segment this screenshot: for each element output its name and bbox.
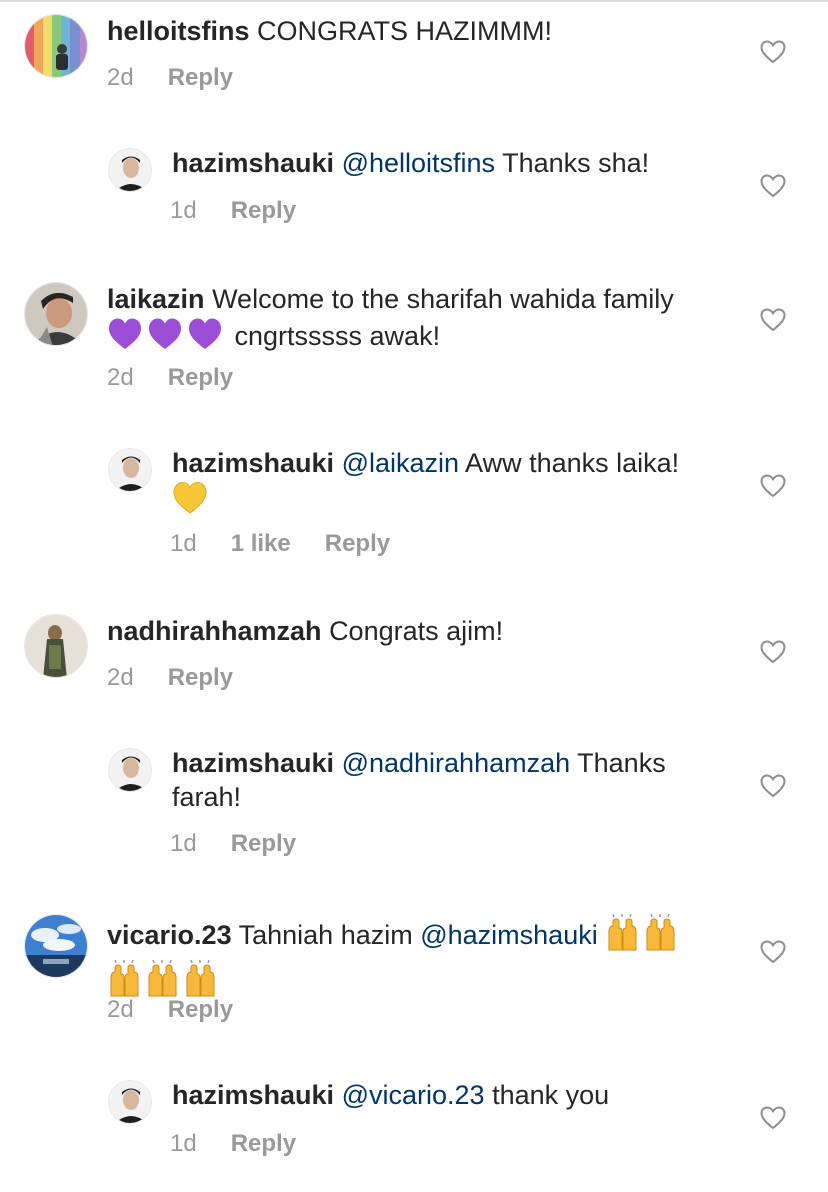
comment-time: 2d xyxy=(107,364,134,391)
avatar[interactable] xyxy=(24,914,88,978)
reply-text: hazimshauki @laikazin Aww thanks laika! xyxy=(172,446,727,524)
reply-time: 1d xyxy=(170,830,197,857)
like-heart-icon[interactable] xyxy=(760,174,786,198)
reply-mention[interactable]: @vicario.23 xyxy=(342,1080,485,1110)
reply-time: 1d xyxy=(170,1130,197,1157)
avatar[interactable] xyxy=(24,614,88,678)
rainbow-wall-avatar-icon xyxy=(25,15,87,77)
reply-avatar[interactable] xyxy=(108,448,152,492)
reply-meta: 1d 1 like Reply xyxy=(170,530,390,558)
like-heart-icon[interactable] xyxy=(760,1106,786,1130)
comment-message: CONGRATS HAZIMMM! xyxy=(257,16,553,46)
reply-button[interactable]: Reply xyxy=(168,364,233,392)
comment-time: 2d xyxy=(107,64,134,91)
like-heart-icon[interactable] xyxy=(760,308,786,332)
comment-meta: 2d Reply xyxy=(107,64,233,92)
reply-mention[interactable]: @laikazin xyxy=(342,448,459,478)
reply-avatar[interactable] xyxy=(108,748,152,792)
reply-text: hazimshauki @nadhirahhamzah Thanks farah… xyxy=(172,746,727,814)
comment-text: helloitsfins CONGRATS HAZIMMM! xyxy=(107,14,727,48)
comment-message: Congrats ajim! xyxy=(329,616,504,646)
like-heart-icon[interactable] xyxy=(760,474,786,498)
profile-photo-icon xyxy=(109,1081,151,1123)
comment-message: Welcome to the sharifah wahida family xyxy=(212,284,674,314)
avatar[interactable] xyxy=(24,282,88,346)
like-heart-icon[interactable] xyxy=(760,940,786,964)
profile-photo-icon xyxy=(109,149,151,191)
likes-count[interactable]: 1 like xyxy=(231,530,291,558)
reply-mention[interactable]: @helloitsfins xyxy=(342,148,495,178)
reply-button[interactable]: Reply xyxy=(231,197,296,225)
reply-avatar[interactable] xyxy=(108,148,152,192)
avatar[interactable] xyxy=(24,14,88,78)
profile-photo-icon xyxy=(25,283,87,345)
reply-message: Thanks xyxy=(577,748,666,778)
comment-time: 2d xyxy=(107,664,134,691)
raising-hands-icon xyxy=(605,913,681,960)
reply-username[interactable]: hazimshauki xyxy=(172,748,334,778)
reply-button[interactable]: Reply xyxy=(231,1130,296,1158)
reply-text: hazimshauki @vicario.23 thank you xyxy=(172,1078,727,1112)
yellow-heart-icon xyxy=(172,480,208,524)
purple-heart-icon xyxy=(107,316,227,360)
reply-username[interactable]: hazimshauki xyxy=(172,148,334,178)
profile-photo-icon xyxy=(25,915,87,977)
reply-username[interactable]: hazimshauki xyxy=(172,1080,334,1110)
comment-username[interactable]: vicario.23 xyxy=(107,920,232,950)
reply-message: Aww thanks laika! xyxy=(465,448,680,478)
reply-meta: 1d Reply xyxy=(170,830,296,858)
like-heart-icon[interactable] xyxy=(760,640,786,664)
like-heart-icon[interactable] xyxy=(760,774,786,798)
comment-mention[interactable]: @hazimshauki xyxy=(420,920,597,950)
reply-avatar[interactable] xyxy=(108,1080,152,1124)
comment-text: vicario.23 Tahniah hazim @hazimshauki xyxy=(107,913,727,1006)
like-heart-icon[interactable] xyxy=(760,40,786,64)
reply-button[interactable]: Reply xyxy=(168,996,233,1024)
comment-text: laikazin Welcome to the sharifah wahida … xyxy=(107,282,727,360)
comment-meta: 2d Reply xyxy=(107,664,233,692)
reply-button[interactable]: Reply xyxy=(231,830,296,858)
reply-message-continued: farah! xyxy=(172,782,242,812)
comment-meta: 2d Reply xyxy=(107,364,233,392)
profile-photo-icon xyxy=(109,749,151,791)
reply-button[interactable]: Reply xyxy=(325,530,390,558)
comment-username[interactable]: helloitsfins xyxy=(107,16,250,46)
comment-time: 2d xyxy=(107,996,134,1023)
comment-message: Tahniah hazim xyxy=(238,920,413,951)
reply-button[interactable]: Reply xyxy=(168,664,233,692)
reply-time: 1d xyxy=(170,530,197,557)
profile-photo-icon xyxy=(25,615,87,677)
profile-photo-icon xyxy=(109,449,151,491)
reply-mention[interactable]: @nadhirahhamzah xyxy=(342,748,571,778)
comment-username[interactable]: nadhirahhamzah xyxy=(107,616,322,646)
reply-text: hazimshauki @helloitsfins Thanks sha! xyxy=(172,146,727,180)
comment-message-continued: cngrtsssss awak! xyxy=(234,321,441,352)
reply-meta: 1d Reply xyxy=(170,1130,296,1158)
reply-time: 1d xyxy=(170,197,197,224)
reply-meta: 1d Reply xyxy=(170,197,296,225)
reply-username[interactable]: hazimshauki xyxy=(172,448,334,478)
top-divider xyxy=(0,0,828,2)
comment-username[interactable]: laikazin xyxy=(107,284,205,314)
comment-meta: 2d Reply xyxy=(107,996,233,1024)
reply-message: thank you xyxy=(492,1080,610,1110)
reply-button[interactable]: Reply xyxy=(168,64,233,92)
comment-text: nadhirahhamzah Congrats ajim! xyxy=(107,614,727,648)
reply-message: Thanks sha! xyxy=(502,148,650,178)
